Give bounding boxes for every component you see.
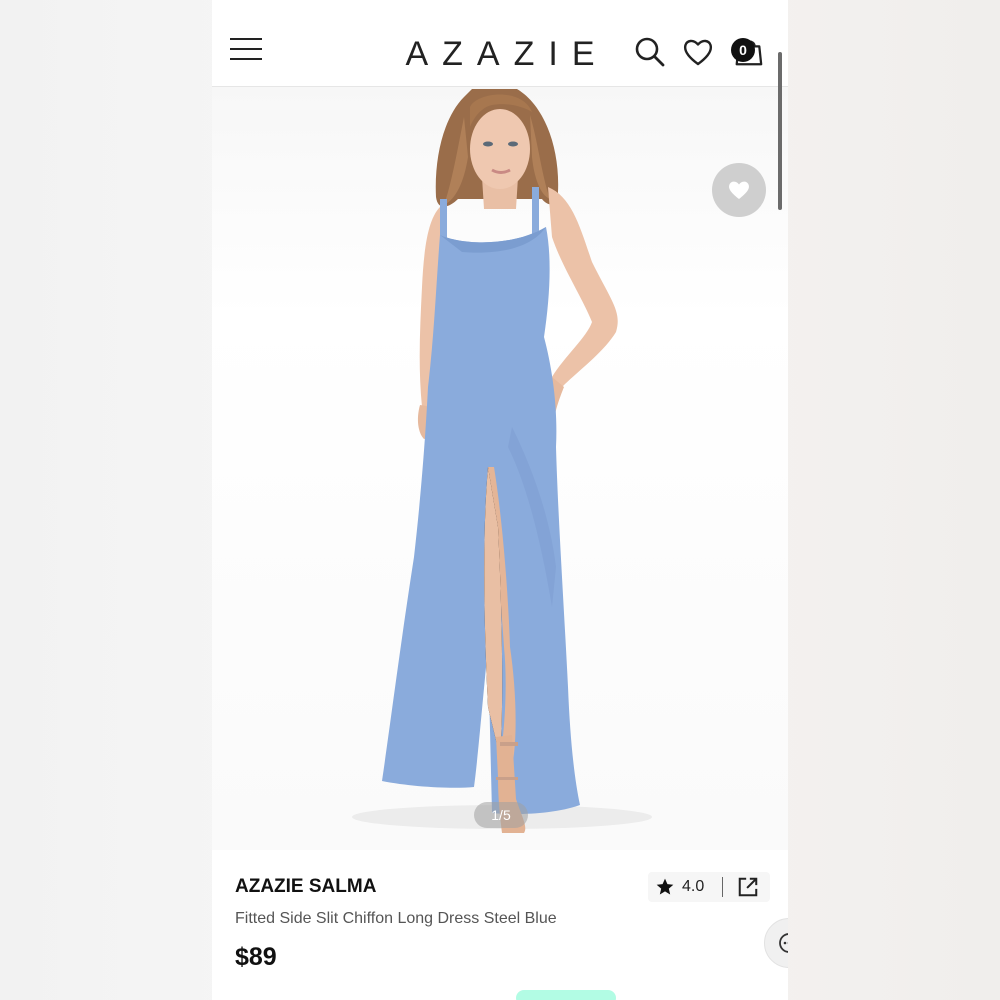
star-icon [656,878,674,895]
favorite-button[interactable] [712,163,766,217]
search-icon[interactable] [634,36,666,68]
heart-icon[interactable] [682,36,714,68]
product-price: $89 [235,943,277,971]
site-header: AZAZIE 0 [212,0,788,87]
divider [722,877,723,897]
heart-icon [729,181,749,199]
rating-share-bar: 4.0 [648,872,770,902]
rating-value[interactable]: 4.0 [682,878,704,896]
product-name: Fitted Side Slit Chiffon Long Dress Stee… [235,910,557,927]
gallery-counter: 1/5 [474,802,528,828]
share-icon[interactable] [737,876,759,898]
chat-button[interactable] [764,918,788,968]
afterpay-badge[interactable] [516,990,616,1000]
app-frame: AZAZIE 0 1/5 AZAZIE SALMA Fitted Side Sl… [212,0,788,1000]
product-brand: AZAZIE SALMA [235,876,377,897]
product-photo [352,89,652,833]
product-image-gallery[interactable]: 1/5 [212,87,788,850]
scrollbar[interactable] [778,52,782,210]
cart-count-badge[interactable]: 0 [731,38,755,62]
chat-icon [779,933,788,953]
